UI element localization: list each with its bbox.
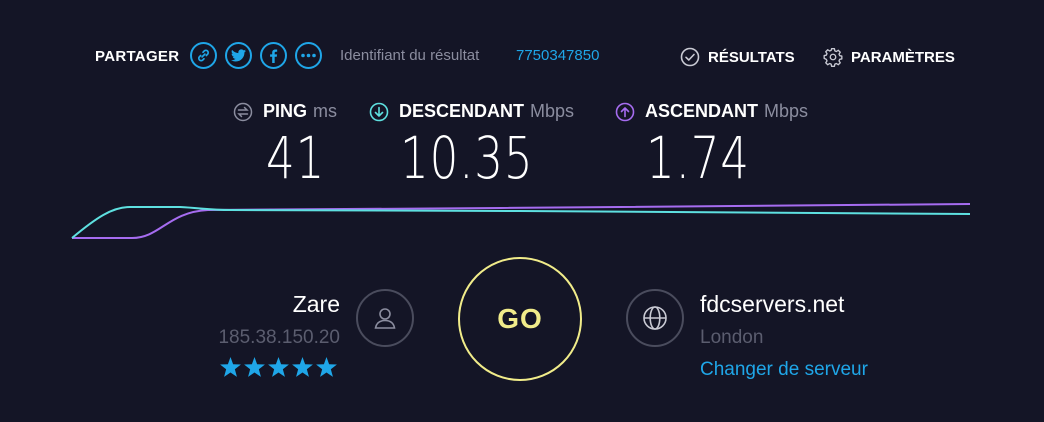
ping-header: PING ms: [233, 101, 337, 122]
star-icon[interactable]: [316, 357, 337, 377]
change-server-link[interactable]: Changer de serveur: [700, 359, 868, 381]
star-icon[interactable]: [244, 357, 265, 377]
user-icon: [356, 289, 414, 347]
download-value: 10.35: [400, 124, 534, 192]
star-icon[interactable]: [292, 357, 313, 377]
result-id-link[interactable]: 7750347850: [516, 47, 599, 64]
result-id-label: Identifiant du résultat: [340, 47, 480, 64]
speed-graph: [71, 203, 971, 239]
server-city: London: [700, 327, 764, 348]
settings-button[interactable]: PARAMÈTRES: [823, 47, 955, 67]
facebook-icon[interactable]: [260, 42, 287, 69]
download-name: DESCENDANT: [399, 101, 525, 121]
go-button[interactable]: GO: [458, 257, 582, 381]
upload-value: 1.74: [646, 124, 750, 192]
isp-ip: 185.38.150.20: [218, 327, 340, 348]
go-label: GO: [497, 303, 543, 334]
results-button[interactable]: RÉSULTATS: [680, 47, 795, 67]
upload-header: ASCENDANT Mbps: [615, 101, 808, 122]
download-arrow-icon: [369, 102, 389, 121]
star-icon[interactable]: [220, 357, 241, 377]
download-line: [71, 206, 971, 239]
share-label: PARTAGER: [95, 48, 180, 65]
gear-icon: [823, 48, 843, 67]
more-icon[interactable]: [295, 42, 322, 69]
globe-icon: [626, 289, 684, 347]
link-icon[interactable]: [190, 42, 217, 69]
star-icon[interactable]: [268, 357, 289, 377]
server-host: fdcservers.net: [700, 291, 845, 317]
twitter-icon[interactable]: [225, 42, 252, 69]
ping-unit: ms: [313, 101, 338, 121]
upload-unit: Mbps: [764, 101, 809, 121]
ping-value: 41: [266, 124, 326, 192]
download-header: DESCENDANT Mbps: [369, 101, 574, 122]
settings-label: PARAMÈTRES: [851, 48, 955, 66]
upload-arrow-icon: [615, 102, 635, 121]
speedtest-result-page: PARTAGER Identifiant du résultat 7750347…: [0, 0, 1044, 422]
isp-name: Zare: [292, 291, 340, 317]
results-label: RÉSULTATS: [708, 48, 795, 66]
ping-name: PING: [263, 101, 308, 121]
ping-icon: [233, 102, 253, 121]
check-circle-icon: [680, 47, 700, 67]
upload-name: ASCENDANT: [645, 101, 759, 121]
download-unit: Mbps: [530, 101, 575, 121]
isp-rating[interactable]: [220, 357, 337, 377]
